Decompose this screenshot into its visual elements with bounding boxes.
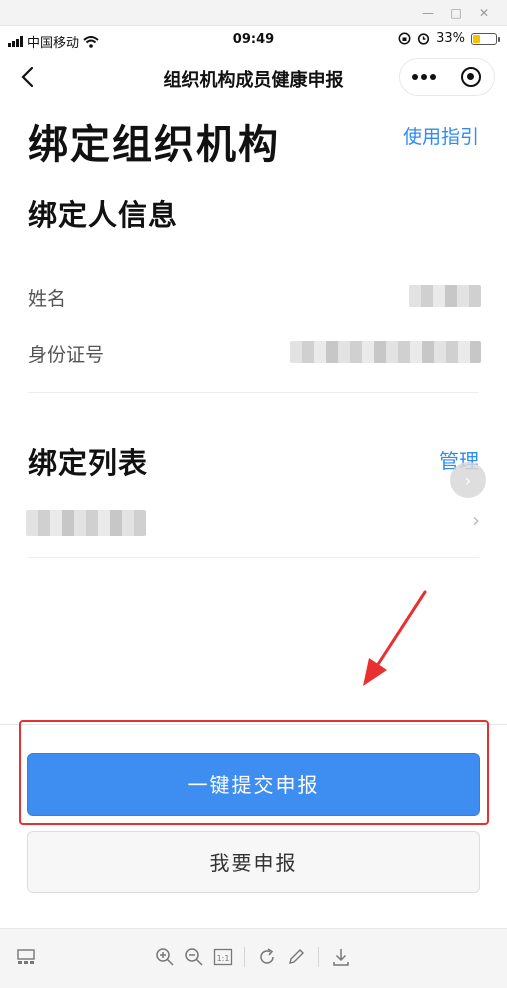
download-icon[interactable] (331, 947, 351, 967)
name-value-blurred (409, 285, 481, 307)
red-highlight-box (19, 720, 489, 825)
id-number-value-blurred (290, 341, 481, 363)
binder-info-heading: 绑定人信息 (28, 198, 179, 232)
divider (28, 557, 479, 558)
battery-icon (471, 32, 500, 45)
name-label: 姓名 (28, 288, 67, 310)
chevron-right-icon: › (464, 470, 472, 490)
thumbnail-icon[interactable] (16, 947, 36, 967)
more-dots-icon (411, 74, 436, 80)
close-mini-program-button[interactable] (447, 59, 494, 95)
close-icon[interactable]: ✕ (475, 4, 493, 22)
chevron-right-icon: › (472, 508, 480, 532)
status-right: 33% (398, 31, 500, 46)
organization-name-blurred (26, 510, 146, 536)
guide-link[interactable]: 使用指引 (403, 122, 479, 149)
zoom-in-icon[interactable] (155, 947, 175, 967)
phone-status-bar: 中国移动 09:49 33% (0, 26, 507, 54)
viewer-toolbar: 1:1 (0, 928, 507, 988)
battery-percent: 33% (436, 31, 465, 46)
lock-rotation-icon (398, 32, 411, 45)
zoom-out-icon[interactable] (184, 947, 204, 967)
window-title-bar: — □ ✕ (0, 0, 507, 26)
maximize-icon[interactable]: □ (447, 4, 465, 22)
bind-list-heading: 绑定列表 (28, 446, 149, 480)
alarm-icon (417, 33, 430, 45)
floating-chevron-button[interactable]: › (450, 462, 486, 498)
minimize-icon[interactable]: — (419, 4, 437, 22)
toolbar-separator (318, 947, 319, 967)
report-button[interactable]: 我要申报 (27, 831, 480, 893)
mini-program-capsule (399, 58, 495, 96)
rotate-icon[interactable] (257, 947, 277, 967)
actual-size-icon[interactable]: 1:1 (213, 947, 233, 967)
edit-pencil-icon[interactable] (286, 947, 306, 967)
bound-organization-item[interactable]: › (24, 496, 486, 544)
toolbar-separator (244, 947, 245, 967)
more-button[interactable] (400, 59, 447, 95)
svg-text:1:1: 1:1 (217, 954, 230, 963)
red-arrow-annotation (363, 590, 427, 686)
divider (28, 392, 479, 393)
navigation-bar: 组织机构成员健康申报 (0, 54, 507, 100)
id-number-label: 身份证号 (28, 344, 105, 366)
target-circle-icon (460, 67, 481, 87)
page-title: 绑定组织机构 (28, 122, 280, 168)
